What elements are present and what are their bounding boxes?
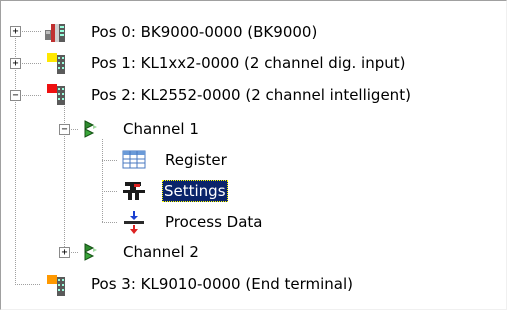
intelligent-terminal-icon: [43, 81, 69, 111]
tree-item-label: Channel 1: [123, 120, 199, 138]
tree-item-label: Pos 0: BK9000-0000 (BK9000): [91, 23, 318, 41]
tree-item-settings[interactable]: Settings: [162, 176, 228, 206]
settings-icon: [121, 179, 147, 207]
collapse-button[interactable]: −: [10, 90, 21, 101]
process-data-icon: [121, 209, 147, 239]
end-terminal-icon: [43, 272, 69, 302]
tree-item-label: Channel 2: [123, 243, 199, 261]
tree-item-label: Pos 2: KL2552-0000 (2 channel intelligen…: [91, 86, 411, 104]
channel-icon: [81, 118, 103, 144]
tree-item-channel-1[interactable]: Channel 1: [121, 114, 201, 144]
tree-item-pos0[interactable]: Pos 0: BK9000-0000 (BK9000): [89, 17, 319, 47]
expand-button[interactable]: +: [59, 247, 70, 258]
collapse-button[interactable]: −: [59, 124, 70, 135]
tree-item-pos3[interactable]: Pos 3: KL9010-0000 (End terminal): [89, 269, 355, 299]
tree-item-pos1[interactable]: Pos 1: KL1xx2-0000 (2 channel dig. input…: [89, 48, 408, 78]
tree-item-label: Register: [165, 151, 227, 169]
channel-icon: [81, 241, 103, 267]
bus-coupler-icon: [43, 20, 69, 48]
tree-item-label: Settings: [162, 180, 228, 202]
tree-item-label: Process Data: [165, 213, 263, 231]
tree-item-label: Pos 1: KL1xx2-0000 (2 channel dig. input…: [91, 54, 406, 72]
digital-input-terminal-icon: [43, 50, 69, 80]
register-table-icon: [122, 149, 146, 175]
tree-item-process-data[interactable]: Process Data: [163, 207, 265, 237]
expand-button[interactable]: +: [10, 58, 21, 69]
expand-button[interactable]: +: [10, 26, 21, 37]
tree-view[interactable]: + Pos 0: BK9000-0000 (BK9000) + Pos 1: K…: [0, 0, 507, 310]
tree-item-pos2[interactable]: Pos 2: KL2552-0000 (2 channel intelligen…: [89, 80, 413, 110]
tree-item-label: Pos 3: KL9010-0000 (End terminal): [91, 275, 353, 293]
tree-item-register[interactable]: Register: [163, 145, 229, 175]
tree-item-channel-2[interactable]: Channel 2: [121, 237, 201, 267]
